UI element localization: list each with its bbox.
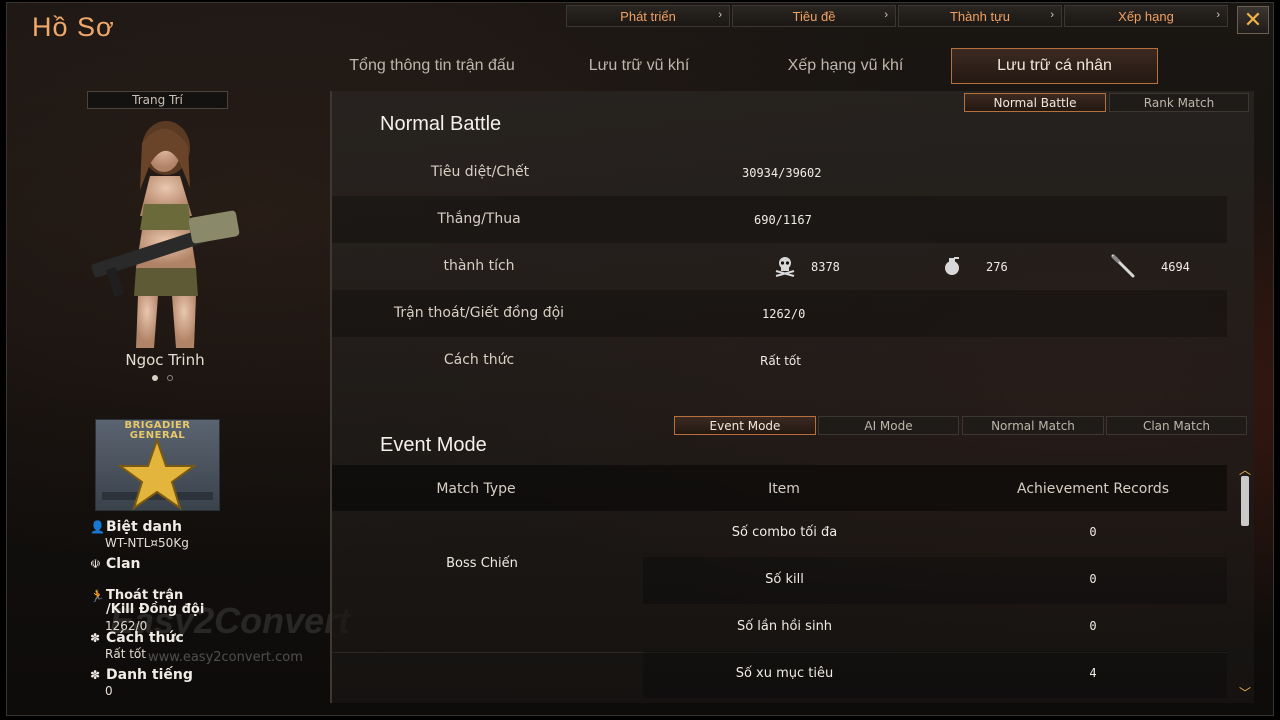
chevron-right-icon: › xyxy=(718,9,722,21)
table-header: Match Type Item Achievement Records xyxy=(332,465,1227,511)
rank-match-toggle[interactable]: Rank Match xyxy=(1109,93,1249,112)
stat-value: 276 xyxy=(986,260,1008,274)
stat-row-desert-teamkill: Trận thoát/Giết đồng đội 1262/0 xyxy=(332,290,1227,337)
stat-value: 4694 xyxy=(1161,260,1190,274)
character-name: Ngoc Trinh xyxy=(125,351,205,369)
record-cell: 4 xyxy=(1089,666,1097,680)
table-row: Số xu mục tiêu 4 xyxy=(643,651,1227,698)
chevron-right-icon: › xyxy=(884,9,888,21)
knife-icon xyxy=(1111,254,1135,278)
normal-match-tab[interactable]: Normal Match xyxy=(962,416,1104,435)
tab-weapon-archive[interactable]: Lưu trữ vũ khí xyxy=(550,48,728,84)
scrollbar-thumb[interactable] xyxy=(1241,476,1249,526)
nav-label: Xếp hạng xyxy=(1118,8,1174,24)
info-reputation: ✽ Danh tiếng 0 xyxy=(90,668,193,698)
item-cell: Số kill xyxy=(765,572,804,587)
nav-development-button[interactable]: Phát triển › xyxy=(566,5,730,27)
star-icon xyxy=(102,436,213,511)
stat-row-win-loss: Thắng/Thua 690/1167 xyxy=(332,196,1227,243)
stat-label: Thắng/Thua xyxy=(437,211,521,227)
window-title: Hồ Sơ xyxy=(32,12,115,42)
stat-row-achievements: thành tích 8378 276 4694 xyxy=(332,243,1227,290)
flower-icon: ✽ xyxy=(90,631,101,645)
item-cell: Số xu mục tiêu xyxy=(735,666,834,681)
nav-label: Phát triển xyxy=(620,8,676,24)
grenade-icon xyxy=(945,257,959,275)
watermark-logo: Easy2Convert xyxy=(110,600,351,641)
stat-label: Tiêu diệt/Chết xyxy=(430,164,530,180)
user-icon: 👤 xyxy=(90,520,105,534)
column-header: Match Type xyxy=(436,481,516,497)
nav-label: Thành tựu xyxy=(949,8,1011,24)
top-nav: Phát triển › Tiêu đề › Thành tựu › Xếp hạng… xyxy=(566,5,1228,27)
table-row: Số lần hồi sinh 0 xyxy=(643,604,1227,651)
nav-ranking-button[interactable]: Xếp hạng › xyxy=(1064,5,1228,27)
column-header: Item xyxy=(768,481,800,497)
ai-mode-tab[interactable]: AI Mode xyxy=(818,416,959,435)
match-type-cell: Boss Chiến xyxy=(446,556,518,571)
info-value: 0 xyxy=(105,684,113,698)
tab-match-overview[interactable]: Tổng thông tin trận đấu xyxy=(318,48,546,84)
chevron-right-icon: › xyxy=(1216,9,1220,21)
normal-battle-toggle[interactable]: Normal Battle xyxy=(964,93,1106,112)
stat-value: 30934/39602 xyxy=(742,166,822,180)
nav-achievement-button[interactable]: Thành tựu › xyxy=(898,5,1062,27)
chevron-right-icon: › xyxy=(1050,9,1054,21)
record-cell: 0 xyxy=(1089,619,1097,633)
info-nickname: 👤 Biệt danh WT-NTL¤50Kg xyxy=(90,520,189,550)
stat-row-kill-death: Tiêu diệt/Chết 30934/39602 xyxy=(332,149,1227,196)
info-label: Danh tiếng xyxy=(106,667,193,683)
scroll-up-icon[interactable]: ︿ xyxy=(1237,464,1253,476)
clan-icon: ☫ xyxy=(90,557,101,571)
stat-value: 1262/0 xyxy=(762,307,806,321)
watermark-url: www.easy2convert.com xyxy=(148,650,303,665)
info-value: WT-NTL¤50Kg xyxy=(105,536,189,550)
page-dot[interactable] xyxy=(167,375,173,381)
stat-value: Rất tốt xyxy=(760,354,801,368)
portrait-pagination xyxy=(152,375,173,381)
stat-label: Cách thức xyxy=(443,352,515,368)
record-cell: 0 xyxy=(1089,525,1097,539)
info-label: Biệt danh xyxy=(106,519,182,535)
clan-match-tab[interactable]: Clan Match xyxy=(1106,416,1247,435)
info-clan: ☫ Clan xyxy=(90,557,141,571)
column-header: Achievement Records xyxy=(1016,481,1170,497)
character-portrait xyxy=(91,121,240,348)
table-row: Số combo tối đa 0 xyxy=(643,510,1227,557)
stat-row-manner: Cách thức Rất tốt xyxy=(332,337,1227,384)
running-icon: 🏃 xyxy=(90,589,105,603)
nav-title-button[interactable]: Tiêu đề › xyxy=(732,5,896,27)
stat-value: 8378 xyxy=(811,260,840,274)
close-button[interactable]: ✕ xyxy=(1237,6,1269,34)
event-mode-title: Event Mode xyxy=(380,434,487,456)
close-icon: ✕ xyxy=(1243,7,1263,33)
stat-value: 690/1167 xyxy=(754,213,812,227)
item-cell: Số lần hồi sinh xyxy=(736,619,833,634)
decoration-button[interactable]: Trang Trí xyxy=(87,91,228,109)
nav-label: Tiêu đề xyxy=(792,8,836,24)
scroll-down-icon[interactable]: ﹀ xyxy=(1237,687,1253,699)
skull-icon xyxy=(775,257,795,277)
rank-badge: BRIGADIER GENERAL xyxy=(95,419,220,511)
stat-label: thành tích xyxy=(443,258,515,274)
tab-personal-archive[interactable]: Lưu trữ cá nhân xyxy=(951,48,1158,84)
item-cell: Số combo tối đa xyxy=(731,525,838,540)
event-mode-tab[interactable]: Event Mode xyxy=(674,416,816,435)
stat-label: Trận thoát/Giết đồng đội xyxy=(393,305,565,321)
flower-icon: ✽ xyxy=(90,668,101,682)
info-label: Clan xyxy=(106,556,141,572)
page-dot[interactable] xyxy=(152,375,158,381)
normal-battle-title: Normal Battle xyxy=(380,113,502,135)
tab-weapon-ranking[interactable]: Xếp hạng vũ khí xyxy=(748,48,943,84)
table-row: Số kill 0 xyxy=(643,557,1227,604)
record-cell: 0 xyxy=(1089,572,1097,586)
